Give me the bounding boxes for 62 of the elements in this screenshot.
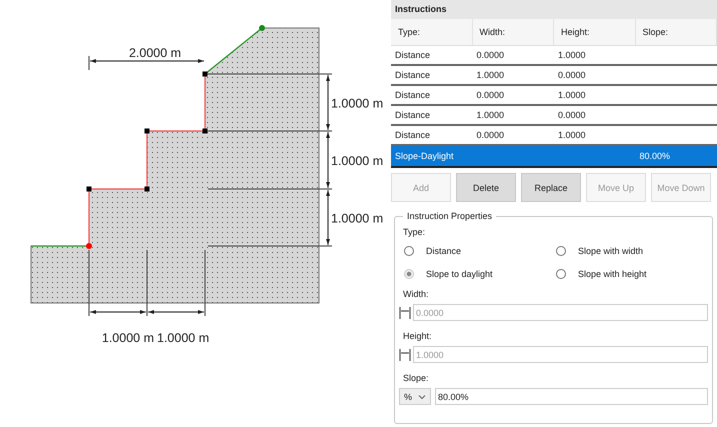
table-cell-text: 1.0000	[557, 89, 587, 102]
column-header[interactable]: Type:	[391, 19, 472, 45]
end-point	[259, 25, 265, 31]
unit-dropdown[interactable]: %	[399, 388, 432, 405]
vertex-point	[202, 128, 208, 134]
radio-button[interactable]	[556, 246, 566, 256]
dimension-icon	[399, 348, 411, 362]
vertex-point	[86, 186, 92, 192]
table-cell-text: 0.0000	[476, 129, 506, 142]
table-cell-text: Distance	[394, 69, 432, 82]
column-header[interactable]: Slope:	[636, 19, 717, 45]
table-row[interactable]: Slope-Daylight 80.00%	[391, 146, 717, 168]
action-button[interactable]: Delete	[456, 173, 516, 202]
dimension-label: 1.0000 m	[102, 331, 154, 345]
table-cell-text: 1.0000	[557, 49, 587, 62]
slope-line	[204, 28, 262, 74]
table-cell-text: Slope-Daylight	[394, 150, 455, 163]
extension-line	[204, 250, 206, 316]
type-label: Type:	[403, 227, 426, 237]
table-cell-text: 80.00%	[638, 150, 672, 163]
dimension-label: 2.0000 m	[128, 46, 182, 60]
group-title: Instruction Properties	[403, 211, 496, 221]
radio-label: Slope with width	[578, 246, 644, 256]
vertex-point	[202, 72, 208, 76]
table-cell-text: 0.0000	[557, 69, 587, 82]
table-cell-text: 1.0000	[476, 69, 506, 82]
extension-line	[146, 250, 148, 316]
caret-icon	[418, 394, 426, 400]
slope-label: Slope:	[403, 373, 430, 383]
vertex-point	[144, 186, 150, 192]
radio-label: Slope with height	[578, 269, 647, 279]
panel-title: Instructions	[391, 0, 717, 19]
height-label: Height:	[403, 331, 433, 341]
ground-line	[31, 245, 89, 247]
table-cell-text: Distance	[394, 129, 432, 142]
extension-line	[88, 250, 90, 316]
radio-button[interactable]	[404, 269, 414, 279]
table-cell-text: 1.0000	[557, 129, 587, 142]
radio-label: Slope to daylight	[426, 269, 493, 279]
dimension-label: 1.0000 m	[331, 96, 384, 110]
dimension-label: 1.0000 m	[331, 212, 384, 226]
radio-button[interactable]	[404, 246, 414, 256]
table-cell-text: 0.0000	[476, 89, 506, 102]
radio-label: Distance	[426, 246, 462, 256]
table-cell-text: 1.0000	[476, 109, 506, 122]
action-button[interactable]: Replace	[521, 173, 581, 202]
slope-field[interactable]: 80.00%	[435, 388, 708, 405]
table-cell-text: 0.0000	[557, 109, 587, 122]
start-point	[86, 243, 92, 249]
table-cell-text: Distance	[394, 89, 432, 102]
table-cell-text: Distance	[394, 109, 432, 122]
vertex-point	[144, 128, 150, 134]
table-cell-text: Distance	[394, 49, 432, 62]
dimension-label: 1.0000 m	[157, 331, 210, 345]
column-header[interactable]: Height:	[554, 19, 636, 45]
column-header[interactable]: Width:	[472, 19, 554, 45]
extension-line	[88, 56, 90, 70]
dimension-icon	[399, 306, 411, 320]
dimension-label: 1.0000 m	[331, 154, 384, 168]
table-cell-text: 0.0000	[476, 49, 506, 62]
width-label: Width:	[403, 289, 430, 299]
radio-button[interactable]	[556, 269, 566, 279]
